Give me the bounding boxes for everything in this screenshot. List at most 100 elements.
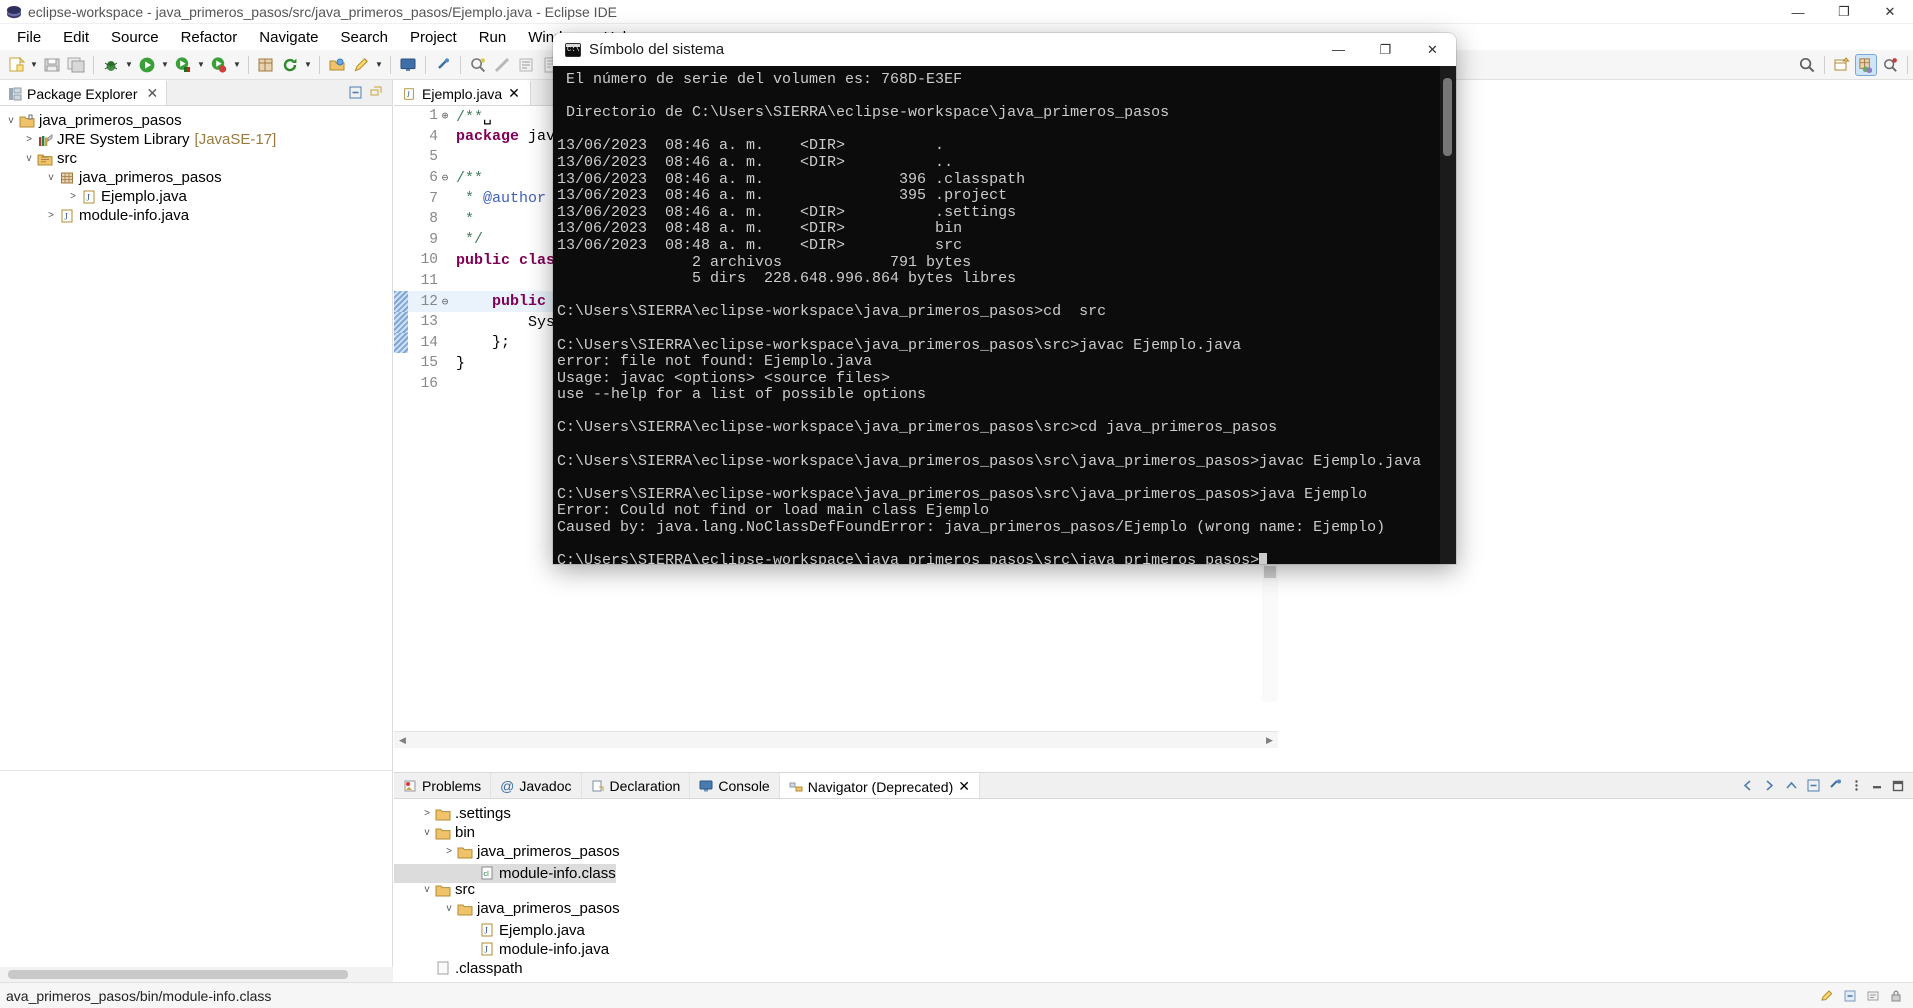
coverage-icon[interactable] [172,54,194,76]
search-icon[interactable] [1796,54,1818,76]
pencil-icon[interactable] [350,54,372,76]
editor-horizontal-scrollbar[interactable]: ◀ ▶ [394,731,1278,748]
cmd-scrollbar[interactable] [1440,66,1456,564]
menu-item-project[interactable]: Project [399,26,468,49]
new-file-icon[interactable] [5,54,27,76]
new-window-icon[interactable] [1831,54,1853,76]
cmd-close-button[interactable]: ✕ [1409,33,1456,66]
profile-dropdown-icon[interactable]: ▼ [231,54,243,76]
list-item[interactable]: .classpath [394,959,523,978]
twisty-icon[interactable]: v [420,884,434,895]
tab-javadoc[interactable]: @ Javadoc [491,773,582,798]
cmd-maximize-button[interactable]: ❐ [1362,33,1409,66]
minimize-icon[interactable] [1870,779,1884,793]
terminal-icon[interactable] [397,54,419,76]
close-icon[interactable]: ✕ [508,85,520,102]
collapse-all-icon[interactable] [1806,778,1821,793]
fold-toggle-icon[interactable]: ⊕ [438,109,452,123]
scrollbar-thumb[interactable] [8,970,348,979]
menu-item-file[interactable]: File [6,26,52,49]
twisty-icon[interactable]: > [22,134,36,145]
tree-item-module-info-java[interactable]: > J module-info.java [0,206,392,225]
back-icon[interactable] [1740,778,1755,793]
up-icon[interactable] [1784,778,1799,793]
twisty-icon[interactable]: v [22,153,36,164]
fold-toggle-icon[interactable]: ⊖ [438,171,452,185]
tree-item-java-primeros-pasos-project[interactable]: v java_primeros_pasos [0,111,392,130]
maximize-button[interactable]: ❐ [1821,0,1867,24]
outline-icon[interactable] [515,54,537,76]
search-all-icon[interactable] [467,54,489,76]
scrollbar-thumb[interactable] [1443,78,1452,156]
tab-declaration[interactable]: Declaration [582,773,691,798]
profile-icon[interactable] [208,54,230,76]
list-item[interactable]: v bin [394,823,476,842]
twisty-icon[interactable]: > [66,191,80,202]
cmd-minimize-button[interactable]: — [1315,33,1362,66]
java-perspective-icon[interactable] [1855,54,1877,76]
menu-item-navigate[interactable]: Navigate [248,26,329,49]
save-all-icon[interactable] [65,54,87,76]
debug-perspective-icon[interactable] [1879,54,1901,76]
package-explorer-hscrollbar[interactable] [0,967,393,982]
maximize-icon[interactable] [1891,779,1905,793]
new-file-dropdown-icon[interactable]: ▼ [28,54,40,76]
ruler-icon[interactable] [491,54,513,76]
forward-icon[interactable] [1762,778,1777,793]
cmd-console-output[interactable]: El número de serie del volumen es: 768D-… [553,66,1456,564]
line-number: 8 [429,211,438,228]
list-item[interactable]: v src [394,880,476,899]
debug-icon[interactable] [100,54,122,76]
refresh-icon[interactable] [279,54,301,76]
menu-item-refactor[interactable]: Refactor [170,26,249,49]
menu-item-edit[interactable]: Edit [52,26,100,49]
twisty-icon[interactable]: > [442,846,456,857]
tab-package-explorer[interactable]: Package Explorer ✕ [0,80,168,105]
close-icon[interactable]: ✕ [147,85,159,102]
fold-toggle-icon[interactable]: ⊖ [438,295,452,309]
tree-item-package-java-primeros-pasos[interactable]: v java_primeros_pasos [0,168,392,187]
refresh-dropdown-icon[interactable]: ▼ [302,54,314,76]
scroll-left-arrow-icon[interactable]: ◀ [394,732,411,749]
list-row: Jmodule-info.java [394,936,1913,958]
status-text: ava_primeros_pasos/bin/module-info.class [6,987,272,1004]
tab-navigator-deprecated[interactable]: Navigator (Deprecated) ✕ [779,773,980,798]
twisty-icon[interactable]: v [442,903,456,914]
twisty-icon[interactable]: v [44,172,58,183]
twisty-icon[interactable]: > [44,210,58,221]
close-icon[interactable]: ✕ [958,778,970,795]
run-icon[interactable] [136,54,158,76]
tab-ejemplo-java[interactable]: J Ejemplo.java ✕ [394,80,531,105]
run-dropdown-icon[interactable]: ▼ [159,54,171,76]
tab-console[interactable]: Console [690,773,780,798]
scrollbar-down-arrow[interactable] [1264,566,1276,578]
scroll-right-arrow-icon[interactable]: ▶ [1261,732,1278,749]
list-item[interactable]: v java_primeros_pasos [394,899,620,918]
coverage-dropdown-icon[interactable]: ▼ [195,54,207,76]
link-icon[interactable] [432,54,454,76]
tree-item-jre-system-library[interactable]: > JRE System Library [JavaSE-17] [0,130,392,149]
menu-item-run[interactable]: Run [468,26,518,49]
link-with-editor-icon[interactable] [369,85,384,100]
twisty-icon[interactable]: v [420,827,434,838]
debug-dropdown-icon[interactable]: ▼ [123,54,135,76]
minimize-button[interactable]: — [1775,0,1821,24]
tree-item-src[interactable]: v src [0,149,392,168]
tree-item-ejemplo-java[interactable]: > J Ejemplo.java [0,187,392,206]
open-folder-icon[interactable] [326,54,348,76]
pencil-dropdown-icon[interactable]: ▼ [373,54,385,76]
link-icon[interactable] [1828,778,1843,793]
menu-item-source[interactable]: Source [100,26,170,49]
collapse-all-icon[interactable] [348,85,363,100]
list-item[interactable]: > java_primeros_pasos [394,842,620,861]
list-item[interactable]: > .settings [394,804,511,823]
twisty-icon[interactable]: v [4,115,18,126]
save-icon[interactable] [41,54,63,76]
command-prompt-window[interactable]: Símbolo del sistema — ❐ ✕ El número de s… [553,33,1456,564]
tab-problems[interactable]: Problems [394,773,492,798]
twisty-icon[interactable]: > [420,808,434,819]
new-java-project-icon[interactable] [255,54,277,76]
menu-item-search[interactable]: Search [329,26,399,49]
close-button[interactable]: ✕ [1867,0,1913,24]
view-menu-icon[interactable] [1850,779,1863,792]
